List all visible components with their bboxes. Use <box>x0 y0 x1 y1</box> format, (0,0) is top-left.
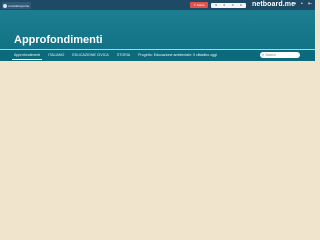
share-icon: < <box>193 2 196 7</box>
counters-group: 9 0 0 0 <box>211 3 246 8</box>
counter-2: 0 <box>223 3 226 7</box>
nav-item-educazione-civica[interactable]: EDUCAZIONE CIVICA <box>70 52 111 59</box>
search-icon: ⌕ <box>262 52 265 57</box>
share-label: Salva <box>196 3 205 7</box>
counter-3: 0 <box>231 3 234 7</box>
avatar <box>3 3 7 8</box>
user-menu[interactable]: cccaldetreportie <box>2 2 31 9</box>
top-bar: cccaldetreportie < Salva 9 0 0 0 netboar… <box>0 0 315 10</box>
counter-1: 9 <box>215 3 217 7</box>
brand-logo[interactable]: netboard.me <box>252 1 295 8</box>
user-name: cccaldetreportie <box>8 3 30 8</box>
enter-icon[interactable]: ⇥ <box>292 2 296 7</box>
bell-icon[interactable]: • <box>301 2 303 7</box>
nav-item-italiano[interactable]: ITALIANO <box>46 52 66 59</box>
search-box[interactable]: ⌕ <box>260 52 300 58</box>
counter-4: 0 <box>240 3 242 7</box>
page-title: Approfondimenti <box>14 34 103 46</box>
search-input[interactable] <box>265 52 298 58</box>
nav-item-progetto[interactable]: Progetto: Educazione ambientale: Il citt… <box>136 52 219 59</box>
nav-item-approfondimenti[interactable]: Approfondimenti <box>12 52 43 60</box>
board-header: Approfondimenti <box>0 10 315 49</box>
share-button[interactable]: < Salva <box>190 2 208 8</box>
nav-item-storia[interactable]: STORIA <box>115 52 132 59</box>
logout-icon[interactable]: ⇤ <box>308 2 312 7</box>
